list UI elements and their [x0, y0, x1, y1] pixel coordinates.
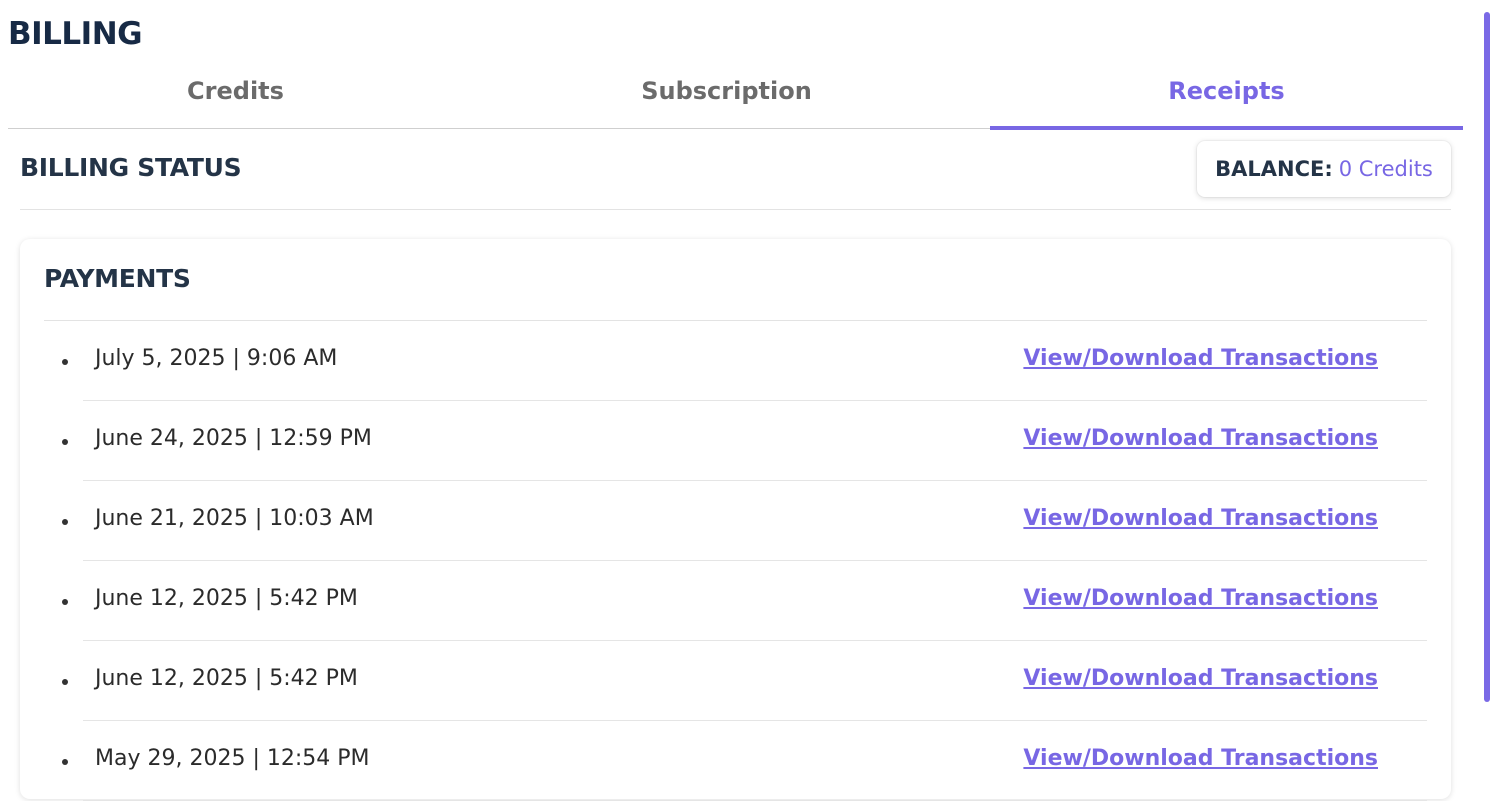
view-download-transactions-link[interactable]: View/Download Transactions: [1023, 346, 1378, 371]
payment-item: June 24, 2025 | 12:59 PM View/Download T…: [62, 401, 1427, 481]
bullet-icon: [62, 599, 68, 605]
payment-date: June 12, 2025 | 5:42 PM: [95, 586, 358, 611]
vertical-scrollbar[interactable]: [1484, 12, 1490, 702]
view-download-transactions-link[interactable]: View/Download Transactions: [1023, 746, 1378, 771]
payment-date: June 21, 2025 | 10:03 AM: [95, 506, 374, 531]
view-download-transactions-link[interactable]: View/Download Transactions: [1023, 586, 1378, 611]
balance-badge: BALANCE: 0 Credits: [1197, 141, 1451, 197]
payment-item: June 12, 2025 | 5:42 PM View/Download Tr…: [62, 561, 1427, 641]
payment-date: June 24, 2025 | 12:59 PM: [95, 426, 372, 451]
divider: [20, 209, 1451, 210]
tab-receipts[interactable]: Receipts: [990, 62, 1463, 130]
bullet-icon: [62, 759, 68, 765]
payment-item: June 12, 2025 | 5:42 PM View/Download Tr…: [62, 641, 1427, 721]
bullet-icon: [62, 519, 68, 525]
view-download-transactions-link[interactable]: View/Download Transactions: [1023, 426, 1378, 451]
payments-card: PAYMENTS July 5, 2025 | 9:06 AM View/Dow…: [20, 239, 1451, 801]
balance-label: BALANCE:: [1215, 157, 1333, 181]
bullet-icon: [62, 359, 68, 365]
payment-item: July 5, 2025 | 9:06 AM View/Download Tra…: [62, 321, 1427, 401]
bullet-icon: [62, 679, 68, 685]
payment-item: May 29, 2025 | 12:54 PM View/Download Tr…: [62, 721, 1427, 801]
payment-date: May 29, 2025 | 12:54 PM: [95, 746, 370, 771]
tab-credits[interactable]: Credits: [8, 62, 463, 128]
balance-value: 0 Credits: [1338, 157, 1433, 181]
view-download-transactions-link[interactable]: View/Download Transactions: [1023, 506, 1378, 531]
payment-date: June 12, 2025 | 5:42 PM: [95, 666, 358, 691]
payments-title: PAYMENTS: [44, 264, 191, 293]
payment-date: July 5, 2025 | 9:06 AM: [95, 346, 338, 371]
payments-list: July 5, 2025 | 9:06 AM View/Download Tra…: [44, 321, 1427, 801]
payment-item: June 21, 2025 | 10:03 AM View/Download T…: [62, 481, 1427, 561]
billing-tabs: Credits Subscription Receipts: [8, 62, 1463, 130]
view-download-transactions-link[interactable]: View/Download Transactions: [1023, 666, 1378, 691]
bullet-icon: [62, 439, 68, 445]
tab-subscription[interactable]: Subscription: [463, 62, 990, 128]
page-title: BILLING: [8, 16, 143, 52]
billing-status-title: BILLING STATUS: [20, 153, 242, 182]
